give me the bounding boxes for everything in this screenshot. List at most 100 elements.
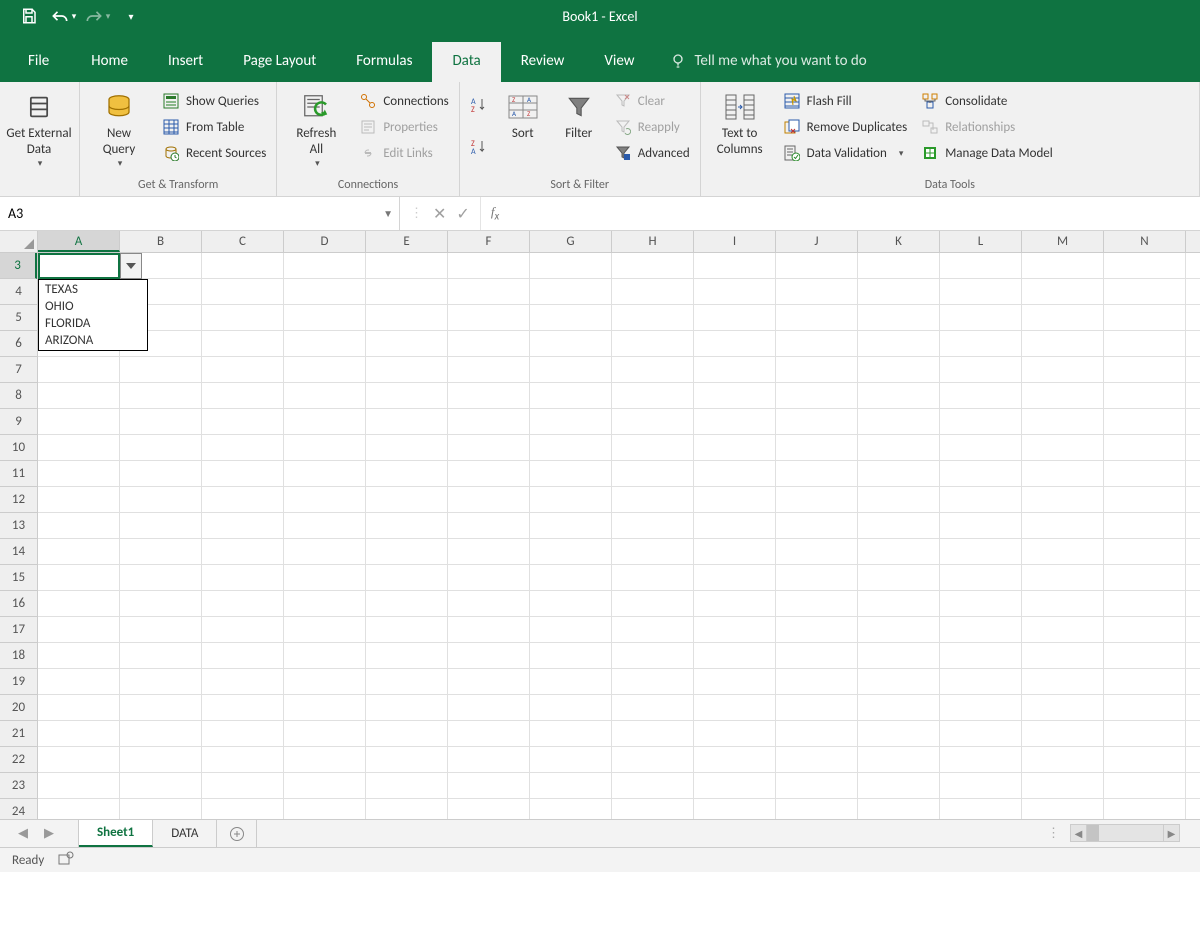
row-header-20[interactable]: 20 — [0, 695, 37, 721]
cell-A18[interactable] — [38, 643, 120, 668]
cell-A20[interactable] — [38, 695, 120, 720]
cell-M17[interactable] — [1022, 617, 1104, 642]
cell-E8[interactable] — [366, 383, 448, 408]
cell-J8[interactable] — [776, 383, 858, 408]
cell-K9[interactable] — [858, 409, 940, 434]
cell-C18[interactable] — [202, 643, 284, 668]
row-header-9[interactable]: 9 — [0, 409, 37, 435]
sheet-nav-prev-icon[interactable]: ◀ — [18, 826, 28, 841]
cell-A14[interactable] — [38, 539, 120, 564]
cell-N20[interactable] — [1104, 695, 1186, 720]
cell-I4[interactable] — [694, 279, 776, 304]
cell-L23[interactable] — [940, 773, 1022, 798]
cell-N23[interactable] — [1104, 773, 1186, 798]
cell-N7[interactable] — [1104, 357, 1186, 382]
cell-H7[interactable] — [612, 357, 694, 382]
cell-K14[interactable] — [858, 539, 940, 564]
customize-qat-icon[interactable]: ▾ — [116, 2, 146, 30]
cell-K19[interactable] — [858, 669, 940, 694]
row-header-10[interactable]: 10 — [0, 435, 37, 461]
sheet-nav-next-icon[interactable]: ▶ — [44, 826, 54, 841]
cell-E9[interactable] — [366, 409, 448, 434]
cell-J16[interactable] — [776, 591, 858, 616]
cell-A17[interactable] — [38, 617, 120, 642]
cell-A21[interactable] — [38, 721, 120, 746]
cell-C13[interactable] — [202, 513, 284, 538]
cell-K4[interactable] — [858, 279, 940, 304]
cell-E11[interactable] — [366, 461, 448, 486]
cell-F18[interactable] — [448, 643, 530, 668]
cell-H3[interactable] — [612, 253, 694, 278]
cell-L17[interactable] — [940, 617, 1022, 642]
cell-C14[interactable] — [202, 539, 284, 564]
cell-G17[interactable] — [530, 617, 612, 642]
cell-M23[interactable] — [1022, 773, 1104, 798]
cell-H16[interactable] — [612, 591, 694, 616]
cell-M19[interactable] — [1022, 669, 1104, 694]
tab-page-layout[interactable]: Page Layout — [223, 42, 336, 82]
cell-B9[interactable] — [120, 409, 202, 434]
cell-N4[interactable] — [1104, 279, 1186, 304]
cell-L24[interactable] — [940, 799, 1022, 819]
tab-review[interactable]: Review — [501, 42, 585, 82]
cell-C21[interactable] — [202, 721, 284, 746]
name-box-dropdown-icon[interactable]: ▼ — [383, 207, 393, 220]
manage-data-model-button[interactable]: Manage Data Model — [917, 142, 1057, 164]
dropdown-option[interactable]: FLORIDA — [39, 315, 147, 332]
cell-D19[interactable] — [284, 669, 366, 694]
cell-G15[interactable] — [530, 565, 612, 590]
cell-F14[interactable] — [448, 539, 530, 564]
cell-L22[interactable] — [940, 747, 1022, 772]
cell-N18[interactable] — [1104, 643, 1186, 668]
cell-A23[interactable] — [38, 773, 120, 798]
cell-A16[interactable] — [38, 591, 120, 616]
cell-C11[interactable] — [202, 461, 284, 486]
cell-D22[interactable] — [284, 747, 366, 772]
cell-F6[interactable] — [448, 331, 530, 356]
cell-F5[interactable] — [448, 305, 530, 330]
cell-E6[interactable] — [366, 331, 448, 356]
cell-H6[interactable] — [612, 331, 694, 356]
tab-data[interactable]: Data — [432, 42, 500, 82]
cell-L4[interactable] — [940, 279, 1022, 304]
cell-F23[interactable] — [448, 773, 530, 798]
cell-D3[interactable] — [284, 253, 366, 278]
cell-I12[interactable] — [694, 487, 776, 512]
cell-G12[interactable] — [530, 487, 612, 512]
col-header-E[interactable]: E — [366, 231, 448, 252]
col-header-N[interactable]: N — [1104, 231, 1186, 252]
cell-C19[interactable] — [202, 669, 284, 694]
cell-D4[interactable] — [284, 279, 366, 304]
row-header-16[interactable]: 16 — [0, 591, 37, 617]
cell-A13[interactable] — [38, 513, 120, 538]
cell-M24[interactable] — [1022, 799, 1104, 819]
cell-M3[interactable] — [1022, 253, 1104, 278]
cell-H11[interactable] — [612, 461, 694, 486]
cell-M18[interactable] — [1022, 643, 1104, 668]
scroll-thumb[interactable] — [1087, 825, 1099, 841]
add-sheet-button[interactable] — [217, 820, 257, 847]
cell-N22[interactable] — [1104, 747, 1186, 772]
cell-C8[interactable] — [202, 383, 284, 408]
cell-L15[interactable] — [940, 565, 1022, 590]
cell-E14[interactable] — [366, 539, 448, 564]
cell-L16[interactable] — [940, 591, 1022, 616]
cell-A11[interactable] — [38, 461, 120, 486]
cell-B21[interactable] — [120, 721, 202, 746]
cell-F16[interactable] — [448, 591, 530, 616]
cell-J19[interactable] — [776, 669, 858, 694]
cell-C22[interactable] — [202, 747, 284, 772]
cell-G21[interactable] — [530, 721, 612, 746]
cell-I24[interactable] — [694, 799, 776, 819]
cell-B12[interactable] — [120, 487, 202, 512]
cell-M5[interactable] — [1022, 305, 1104, 330]
cell-J12[interactable] — [776, 487, 858, 512]
cell-L11[interactable] — [940, 461, 1022, 486]
cell-M10[interactable] — [1022, 435, 1104, 460]
connections-button[interactable]: Connections — [355, 90, 452, 112]
cell-A22[interactable] — [38, 747, 120, 772]
cell-D6[interactable] — [284, 331, 366, 356]
cell-I22[interactable] — [694, 747, 776, 772]
redo-icon[interactable]: ▾ — [82, 2, 112, 30]
cell-E16[interactable] — [366, 591, 448, 616]
